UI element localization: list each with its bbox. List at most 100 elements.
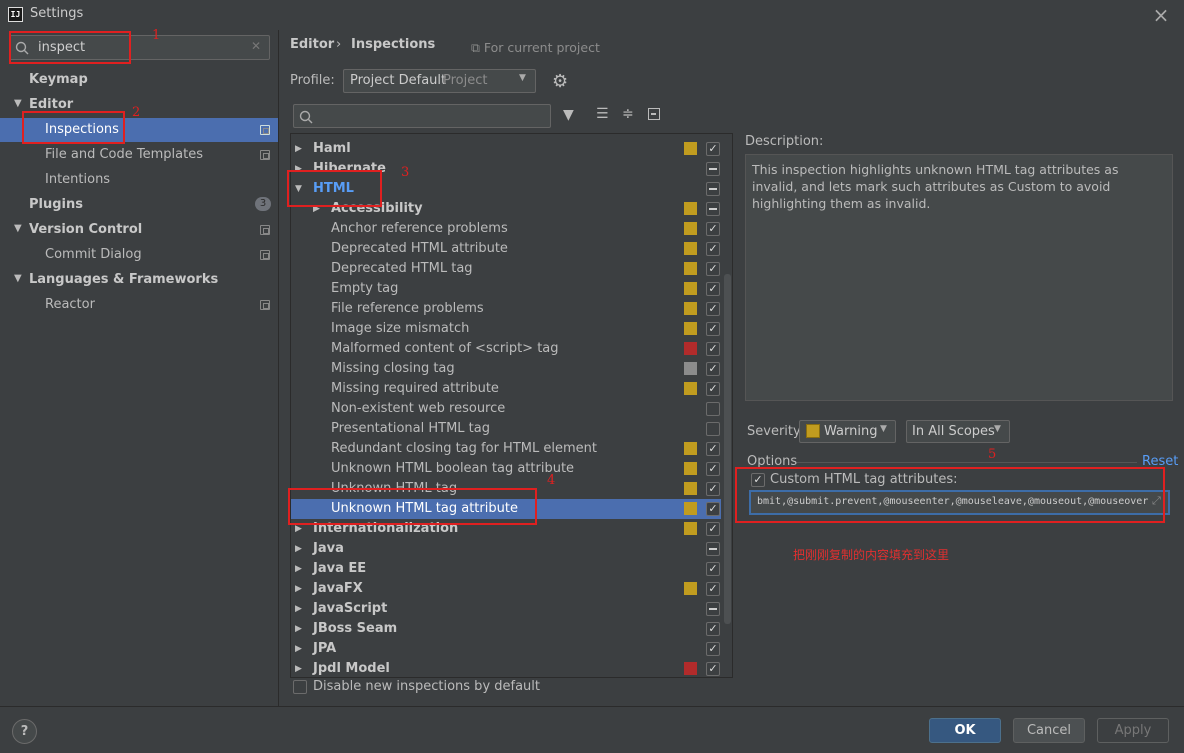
expand-arrow-icon[interactable]: ▼ <box>14 273 22 284</box>
inspection-row[interactable]: Redundant closing tag for HTML element ✓ <box>291 439 721 459</box>
inspection-row[interactable]: ▶ Java EE ✓ <box>291 559 721 579</box>
help-button[interactable]: ? <box>12 719 37 744</box>
expand-arrow-icon[interactable]: ▼ <box>14 223 22 234</box>
collapse-all-icon[interactable]: ≑ <box>622 106 634 122</box>
inspection-checkbox[interactable]: ✓ <box>706 262 720 276</box>
collapsed-arrow-icon[interactable]: ▶ <box>295 639 302 659</box>
inspection-checkbox[interactable]: ✓ <box>706 382 720 396</box>
sidebar-item-languages-frameworks[interactable]: Languages & Frameworks <box>29 267 218 292</box>
inspection-label: Image size mismatch <box>331 321 470 336</box>
inspection-row[interactable]: Deprecated HTML tag ✓ <box>291 259 721 279</box>
inspection-checkbox[interactable] <box>706 162 720 176</box>
inspection-checkbox[interactable] <box>706 602 720 616</box>
collapsed-arrow-icon[interactable]: ▶ <box>295 619 302 639</box>
description-label: Description: <box>745 134 824 149</box>
inspection-checkbox[interactable]: ✓ <box>706 222 720 236</box>
inspection-checkbox[interactable]: ✓ <box>706 322 720 336</box>
inspection-label: Missing required attribute <box>331 381 499 396</box>
gear-icon[interactable]: ⚙ <box>552 71 568 92</box>
inspection-checkbox[interactable]: ✓ <box>706 642 720 656</box>
sidebar-item-intentions[interactable]: Intentions <box>45 167 110 192</box>
disable-new-checkbox[interactable] <box>293 680 307 694</box>
inspection-row[interactable]: ▶ Java <box>291 539 721 559</box>
inspection-label: Java EE <box>313 561 367 576</box>
inspection-checkbox[interactable]: ✓ <box>706 622 720 636</box>
project-icon: ⧉ <box>471 40 484 55</box>
scope-value: In All Scopes <box>912 424 995 439</box>
inspection-checkbox[interactable] <box>706 542 720 556</box>
inspection-row[interactable]: Deprecated HTML attribute ✓ <box>291 239 721 259</box>
sidebar-item-plugins[interactable]: Plugins <box>29 192 83 217</box>
inspection-checkbox[interactable]: ✓ <box>706 242 720 256</box>
severity-swatch-icon <box>684 302 697 315</box>
inspection-label: Malformed content of <script> tag <box>331 341 559 356</box>
severity-value: Warning <box>824 424 878 439</box>
inspection-checkbox[interactable] <box>706 422 720 436</box>
inspection-checkbox[interactable] <box>706 182 720 196</box>
reset-to-empty-icon[interactable] <box>648 108 660 120</box>
inspection-checkbox[interactable] <box>706 202 720 216</box>
apply-button[interactable]: Apply <box>1097 718 1169 743</box>
sidebar-item-file-templates[interactable]: File and Code Templates <box>45 142 203 167</box>
collapsed-arrow-icon[interactable]: ▶ <box>295 579 302 599</box>
inspection-checkbox[interactable]: ✓ <box>706 662 720 676</box>
inspection-row[interactable]: Presentational HTML tag <box>291 419 721 439</box>
sidebar-item-version-control[interactable]: Version Control <box>29 217 142 242</box>
annotation-number-3: 3 <box>401 165 410 180</box>
expand-arrow-icon[interactable]: ▼ <box>14 98 22 109</box>
inspection-row[interactable]: Malformed content of <script> tag ✓ <box>291 339 721 359</box>
inspection-checkbox[interactable]: ✓ <box>706 302 720 316</box>
title-bar <box>0 0 1184 30</box>
inspection-row[interactable]: Anchor reference problems ✓ <box>291 219 721 239</box>
sidebar-item-reactor[interactable]: Reactor <box>45 292 95 317</box>
inspection-checkbox[interactable]: ✓ <box>706 142 720 156</box>
inspection-label: Java <box>313 541 344 556</box>
inspection-row[interactable]: Missing closing tag ✓ <box>291 359 721 379</box>
inspection-row[interactable]: ▶ Haml ✓ <box>291 139 721 159</box>
inspection-checkbox[interactable]: ✓ <box>706 582 720 596</box>
inspection-checkbox[interactable]: ✓ <box>706 362 720 376</box>
collapsed-arrow-icon[interactable]: ▶ <box>295 659 302 677</box>
inspection-label: Empty tag <box>331 281 399 296</box>
inspection-row[interactable]: ▶ Jpdl Model ✓ <box>291 659 721 677</box>
inspection-checkbox[interactable]: ✓ <box>706 442 720 456</box>
inspection-checkbox[interactable]: ✓ <box>706 282 720 296</box>
collapsed-arrow-icon[interactable]: ▶ <box>295 139 302 159</box>
inspection-row[interactable]: ▶ JPA ✓ <box>291 639 721 659</box>
inspection-checkbox[interactable]: ✓ <box>706 562 720 576</box>
inspection-row[interactable]: ▶ JavaFX ✓ <box>291 579 721 599</box>
collapsed-arrow-icon[interactable]: ▶ <box>295 559 302 579</box>
inspection-label: JBoss Seam <box>313 621 398 636</box>
inspection-checkbox[interactable]: ✓ <box>706 462 720 476</box>
inspection-checkbox[interactable]: ✓ <box>706 522 720 536</box>
severity-swatch-icon <box>684 282 697 295</box>
inspection-checkbox[interactable]: ✓ <box>706 482 720 496</box>
severity-swatch-icon <box>684 522 697 535</box>
inspection-checkbox[interactable]: ✓ <box>706 342 720 356</box>
inspection-row[interactable]: Empty tag ✓ <box>291 279 721 299</box>
expand-all-icon[interactable]: ☰ <box>596 106 609 122</box>
close-icon[interactable]: × <box>1152 3 1170 27</box>
inspection-row[interactable]: File reference problems ✓ <box>291 299 721 319</box>
collapsed-arrow-icon[interactable]: ▶ <box>295 539 302 559</box>
sidebar-item-keymap[interactable]: Keymap <box>29 67 88 92</box>
tree-scrollbar[interactable] <box>724 274 731 624</box>
sidebar-item-commit-dialog[interactable]: Commit Dialog <box>45 242 142 267</box>
inspection-checkbox[interactable]: ✓ <box>706 502 720 516</box>
inspection-checkbox[interactable] <box>706 402 720 416</box>
breadcrumb-editor[interactable]: Editor <box>290 37 334 52</box>
inspection-row[interactable]: Unknown HTML boolean tag attribute ✓ <box>291 459 721 479</box>
clear-search-icon[interactable]: ✕ <box>251 39 261 53</box>
inspection-label: Jpdl Model <box>313 661 390 676</box>
ok-button[interactable]: OK <box>929 718 1001 743</box>
cancel-button[interactable]: Cancel <box>1013 718 1085 743</box>
inspection-row[interactable]: Non-existent web resource <box>291 399 721 419</box>
severity-swatch-icon <box>684 322 697 335</box>
inspection-row[interactable]: ▶ JBoss Seam ✓ <box>291 619 721 639</box>
inspection-row[interactable]: Image size mismatch ✓ <box>291 319 721 339</box>
collapsed-arrow-icon[interactable]: ▶ <box>295 599 302 619</box>
inspection-row[interactable]: ▶ JavaScript <box>291 599 721 619</box>
inspection-row[interactable]: Missing required attribute ✓ <box>291 379 721 399</box>
filter-icon[interactable]: ▼ <box>563 107 574 123</box>
inspection-search-input[interactable] <box>293 104 551 128</box>
